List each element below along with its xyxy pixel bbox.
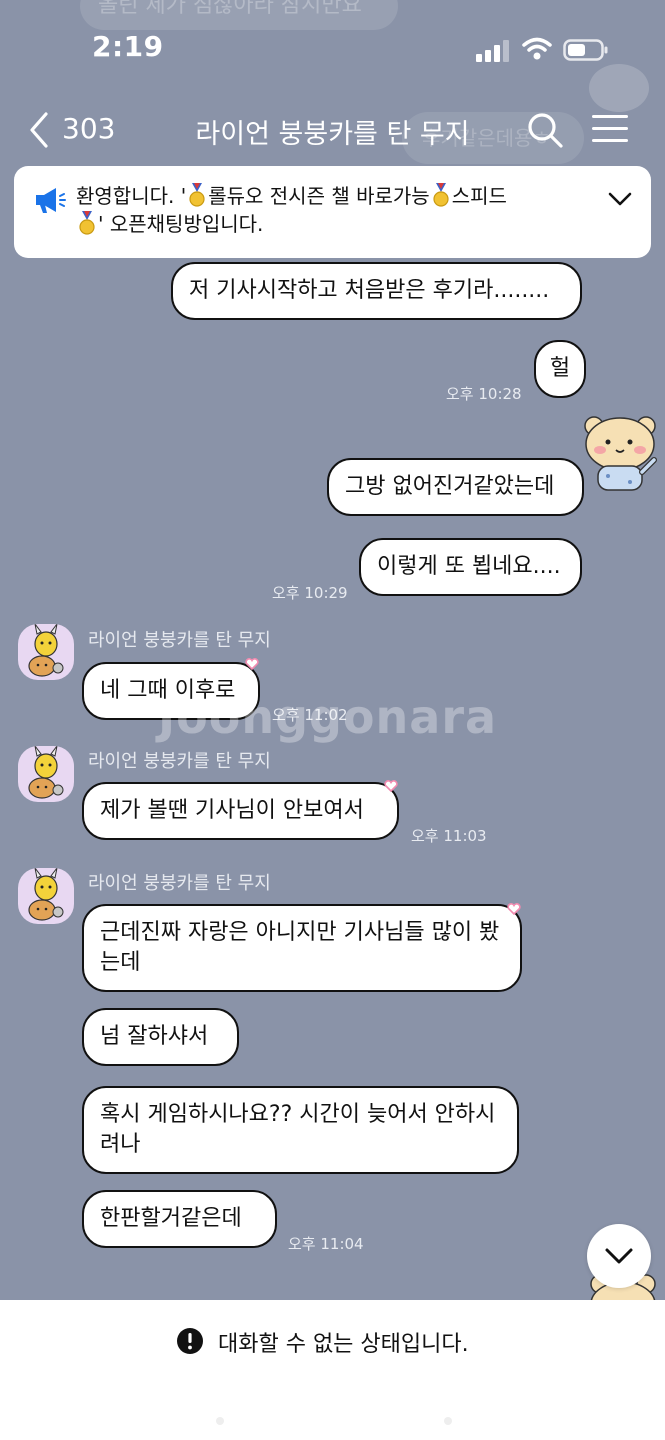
message-time: 오후 10:28	[446, 385, 522, 403]
message-bubble-received: 네 그때 이후로	[82, 662, 260, 720]
chevron-down-icon[interactable]	[606, 188, 634, 210]
message-bubble-sent: 이렇게 또 뵙네요....	[359, 538, 582, 596]
home-indicator	[216, 1417, 452, 1425]
avatar[interactable]	[18, 624, 74, 680]
megaphone-icon	[36, 188, 66, 213]
notice-banner[interactable]: 환영합니다. ' 롤듀오 전시즌 챌 바로가능 스피드 ' 오픈채팅방입니다.	[14, 166, 651, 258]
disabled-chat-message: 대화할 수 없는 상태입니다.	[218, 1332, 469, 1357]
message-bubble-sent: 그방 없어진거같았는데	[327, 458, 584, 516]
avatar-image	[28, 624, 64, 677]
notice-text-part-4: ' 오픈채팅방입니다.	[98, 212, 264, 236]
chevron-down-icon	[605, 1248, 633, 1264]
notice-text-part-2: 롤듀오 전시즌 챌 바로가능	[208, 184, 430, 208]
avatar[interactable]	[18, 868, 74, 924]
status-time: 2:19	[92, 30, 164, 63]
notice-text: 환영합니다. ' 롤듀오 전시즌 챌 바로가능 스피드 ' 오픈채팅방입니다.	[76, 182, 596, 238]
heart-icon	[245, 658, 259, 670]
message-bubble-received: 근데진짜 자랑은 아니지만 기사님들 많이 봤는데	[82, 904, 522, 992]
avatar-image	[28, 868, 64, 921]
message-bubble-received: 제가 볼땐 기사님이 안보여서	[82, 782, 399, 840]
sender-name: 라이언 붕붕카를 탄 무지	[88, 630, 271, 651]
message-bubble-received: 한판할거같은데	[82, 1190, 277, 1248]
heart-icon	[384, 780, 398, 792]
message-bubble-received: 넘 잘하샤서	[82, 1008, 239, 1066]
message-bubble-sent: 헐	[534, 340, 586, 398]
menu-icon[interactable]	[592, 112, 628, 146]
notice-text-part-3: 스피드	[451, 184, 507, 208]
avatar-image	[28, 746, 64, 799]
medal-icon	[79, 211, 95, 235]
avatar[interactable]	[18, 746, 74, 802]
unread-count[interactable]: 303	[62, 112, 115, 145]
message-bubble-received: 혹시 게임하시나요?? 시간이 늦어서 안하시려나	[82, 1086, 519, 1174]
message-bubble-sent: 저 기사시작하고 처음받은 후기라........	[171, 262, 582, 320]
signal-icon	[476, 40, 510, 62]
ghost-sticker	[589, 64, 649, 112]
sender-name: 라이언 붕붕카를 탄 무지	[88, 873, 271, 894]
back-chevron-icon[interactable]	[26, 108, 66, 152]
notice-text-part-1: 환영합니다. '	[76, 184, 187, 208]
ghost-message-top: 올린 제가 점잖아라 잠시만요	[80, 0, 398, 30]
bear-sticker	[584, 416, 657, 491]
message-time: 오후 11:03	[411, 827, 487, 845]
sender-name: 라이언 붕붕카를 탄 무지	[88, 751, 271, 772]
message-time: 오후 11:04	[288, 1235, 364, 1253]
chat-title: 라이언 붕붕카를 탄 무지	[195, 119, 470, 150]
exclamation-circle-icon	[177, 1328, 203, 1354]
scroll-down-button[interactable]	[587, 1224, 651, 1288]
heart-icon	[507, 903, 521, 915]
medal-icon	[433, 183, 449, 207]
message-time: 오후 11:02	[272, 706, 348, 724]
search-icon[interactable]	[525, 108, 565, 152]
medal-icon	[189, 183, 205, 207]
message-time: 오후 10:29	[272, 584, 348, 602]
wifi-icon	[522, 37, 552, 60]
